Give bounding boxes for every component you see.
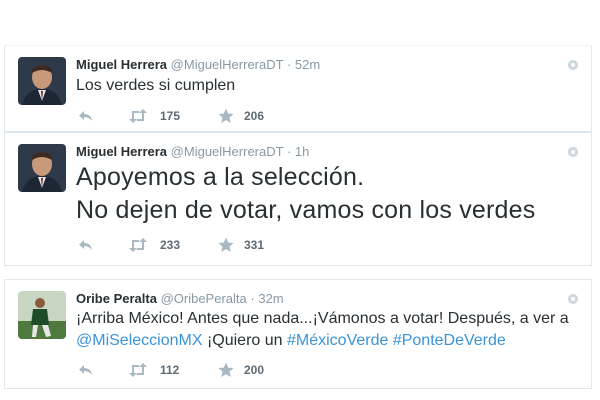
retweet-button[interactable]: 175 (128, 106, 180, 126)
reply-button[interactable] (78, 360, 94, 380)
tweet-card[interactable]: Miguel Herrera @MiguelHerreraDT · 52m Lo… (4, 45, 592, 132)
tweet-text-line: Apoyemos a la selección. (76, 163, 365, 191)
avatar-image (18, 57, 66, 105)
author-handle[interactable]: @MiguelHerreraDT (171, 144, 284, 159)
author-name[interactable]: Miguel Herrera (76, 144, 167, 159)
timestamp[interactable]: 32m (258, 291, 283, 306)
favorite-button[interactable]: 200 (218, 360, 264, 380)
retweet-icon (129, 238, 147, 252)
tweet-text: Apoyemos a la selección. No dejen de vot… (76, 161, 535, 227)
tweet-header: Miguel Herrera @MiguelHerreraDT · 1h (76, 144, 309, 160)
avatar-image (18, 144, 66, 192)
tweet-text: ¡Arriba México! Antes que nada...¡Vámono… (76, 308, 581, 352)
star-icon (218, 108, 234, 123)
favorite-count: 331 (244, 238, 265, 252)
reply-icon (79, 111, 92, 121)
tweet-header: Miguel Herrera @MiguelHerreraDT · 52m (76, 57, 320, 73)
favorite-count: 200 (244, 363, 265, 377)
favorite-count: 206 (244, 109, 265, 123)
author-name[interactable]: Oribe Peralta (76, 291, 157, 306)
hashtag-link[interactable]: #PonteDeVerde (393, 332, 506, 349)
avatar-image (18, 291, 66, 339)
gear-icon[interactable] (567, 59, 579, 71)
retweet-count: 233 (160, 238, 181, 252)
avatar[interactable] (18, 57, 66, 105)
favorite-button[interactable]: 331 (218, 235, 264, 255)
retweet-count: 112 (160, 363, 180, 377)
tweet-header: Oribe Peralta @OribePeralta · 32m (76, 291, 284, 307)
hashtag-link[interactable]: #MéxicoVerde (287, 332, 388, 349)
avatar[interactable] (18, 291, 66, 339)
reply-button[interactable] (78, 106, 94, 126)
star-icon (218, 362, 234, 377)
separator: · (250, 291, 255, 306)
reply-icon (79, 240, 92, 250)
favorite-button[interactable]: 206 (218, 106, 264, 126)
tweet-card[interactable]: Miguel Herrera @MiguelHerreraDT · 1h Apo… (4, 132, 592, 266)
avatar[interactable] (18, 144, 66, 192)
gear-icon[interactable] (567, 293, 579, 305)
retweet-icon (129, 363, 147, 377)
author-name[interactable]: Miguel Herrera (76, 57, 167, 72)
timestamp[interactable]: 52m (295, 57, 320, 72)
reply-button[interactable] (78, 235, 94, 255)
author-handle[interactable]: @MiguelHerreraDT (171, 57, 284, 72)
retweet-icon (129, 109, 147, 123)
tweet-text-segment: ¡Arriba México! Antes que nada...¡Vámono… (76, 310, 569, 327)
author-handle[interactable]: @OribePeralta (161, 291, 247, 306)
mention-link[interactable]: @MiSeleccionMX (76, 332, 203, 349)
tweet-card[interactable]: Oribe Peralta @OribePeralta · 32m ¡Arrib… (4, 279, 592, 389)
star-icon (218, 237, 234, 252)
retweet-button[interactable]: 233 (128, 235, 180, 255)
gear-icon[interactable] (567, 146, 579, 158)
tweet-text: Los verdes si cumplen (76, 77, 236, 94)
separator: · (286, 144, 292, 159)
retweet-count: 175 (160, 109, 181, 123)
tweet-text-line: No dejen de votar, vamos con los verdes (76, 196, 536, 224)
reply-icon (79, 365, 92, 375)
separator: · (286, 57, 292, 72)
tweet-text-segment: ¡Quiero un (202, 332, 287, 349)
retweet-button[interactable]: 112 (128, 360, 179, 380)
timestamp[interactable]: 1h (295, 144, 309, 159)
